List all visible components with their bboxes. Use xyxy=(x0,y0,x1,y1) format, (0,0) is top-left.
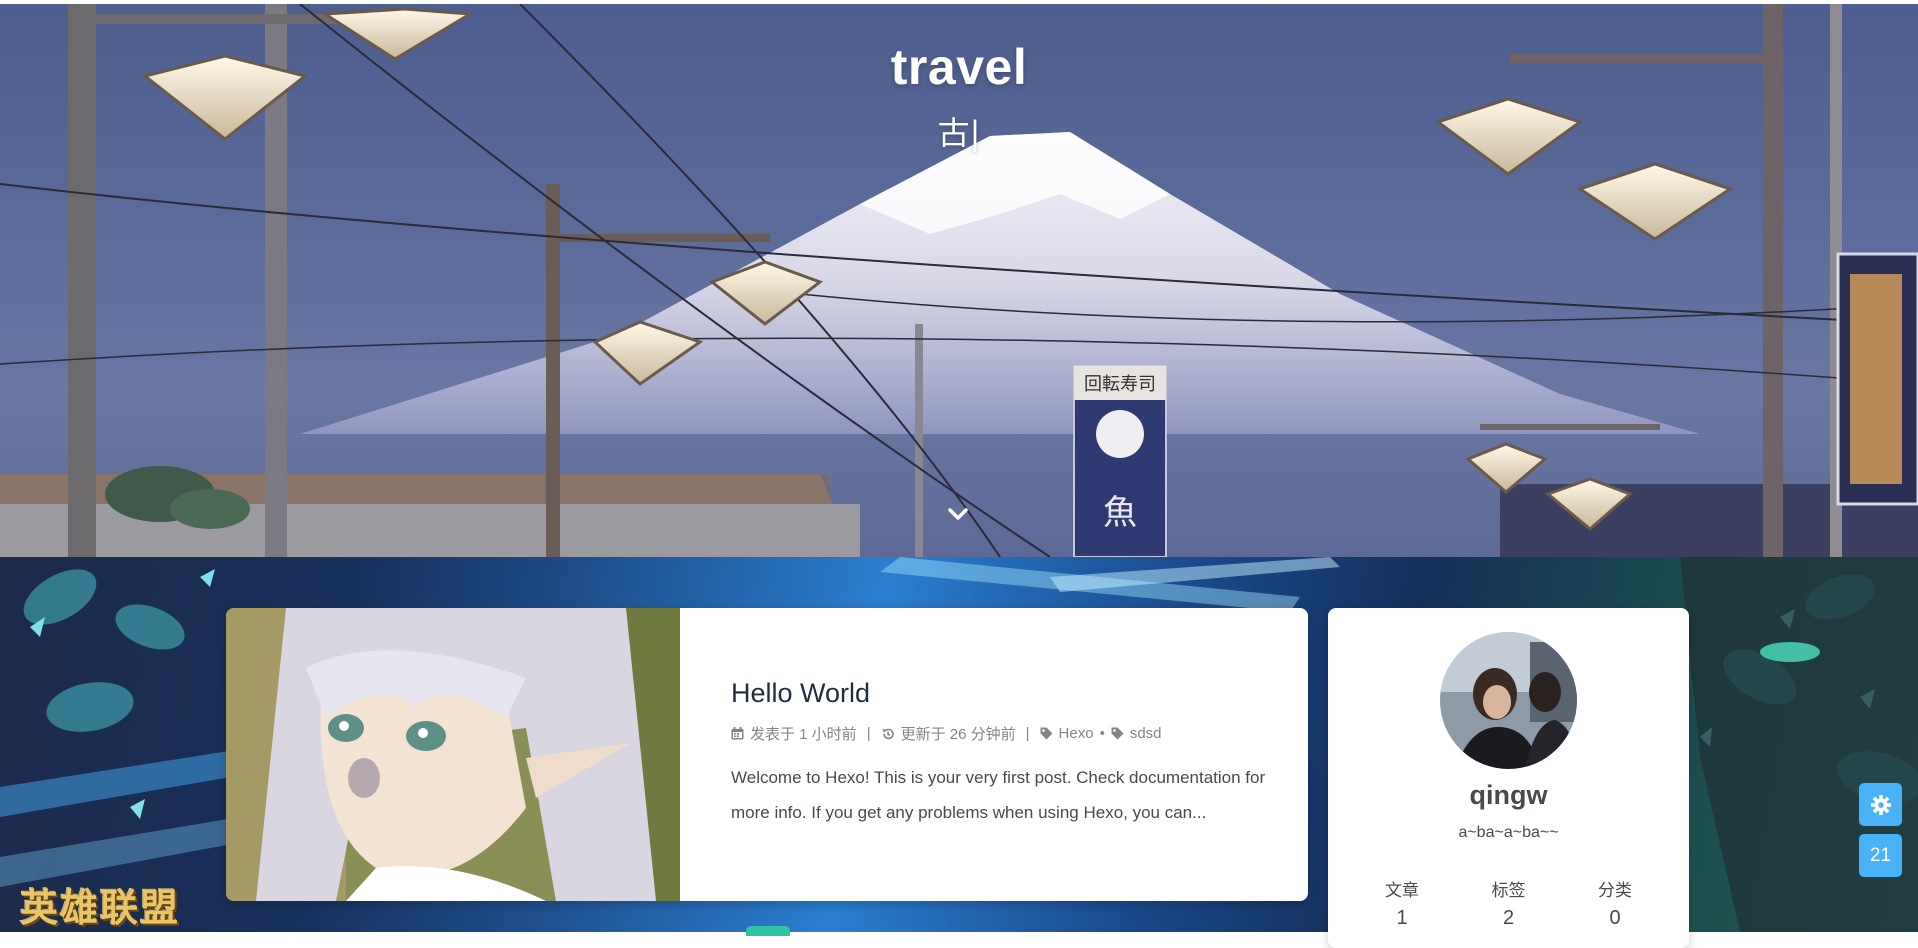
site-title: travel xyxy=(890,39,1028,95)
tag-icon xyxy=(1040,727,1053,740)
post-card: Hello World 发表于 1 小时前 | 更新于 26 分钟前 | Hex… xyxy=(226,608,1308,901)
calendar-icon xyxy=(731,727,744,740)
post-title[interactable]: Hello World xyxy=(731,678,1276,709)
history-icon xyxy=(882,728,894,739)
post-tag-link[interactable]: sdsd xyxy=(1130,725,1162,742)
reading-progress-button[interactable]: 21 xyxy=(1859,834,1902,877)
stat-value: 1 xyxy=(1396,907,1408,929)
stat-value: 2 xyxy=(1502,907,1515,929)
site-data: 文章 1 标签 2 分类 0 xyxy=(1352,876,1665,930)
meta-separator: | xyxy=(866,725,871,742)
anime-character-illustration xyxy=(226,608,680,901)
post-published-time: 发表于 1 小时前 xyxy=(750,726,857,743)
page-header: 回転寿司 魚 travel 古| xyxy=(0,4,1918,557)
avatar-image xyxy=(1440,632,1577,769)
bottom-indicator xyxy=(746,926,790,936)
stat-categories[interactable]: 分类 0 xyxy=(1565,876,1665,930)
author-info-card: qingw a~ba~a~ba~~ 文章 1 标签 2 分类 0 xyxy=(1328,608,1689,948)
game-logo: 英雄联盟 xyxy=(20,885,181,930)
stat-label: 分类 xyxy=(1598,881,1632,901)
svg-text:魚: 魚 xyxy=(1103,493,1137,533)
post-excerpt: Welcome to Hexo! This is your very first… xyxy=(731,768,1266,822)
stat-label: 文章 xyxy=(1385,881,1419,901)
tag-separator: • xyxy=(1099,725,1105,742)
chevron-down-icon xyxy=(948,508,968,520)
stat-articles[interactable]: 文章 1 xyxy=(1352,876,1452,930)
tag-icon xyxy=(1111,727,1124,740)
stat-value: 0 xyxy=(1609,907,1621,929)
gear-icon xyxy=(1870,794,1891,815)
stat-tags[interactable]: 标签 2 xyxy=(1459,876,1559,930)
post-meta: 发表于 1 小时前 | 更新于 26 分钟前 | Hexo • sdsd xyxy=(731,723,1276,744)
post-info: Hello World 发表于 1 小时前 | 更新于 26 分钟前 | Hex… xyxy=(731,678,1276,830)
svg-text:回転寿司: 回転寿司 xyxy=(1084,374,1156,395)
scroll-down-button[interactable] xyxy=(944,500,972,528)
meta-separator: | xyxy=(1025,725,1030,742)
avatar[interactable] xyxy=(1440,632,1577,769)
settings-button[interactable] xyxy=(1859,783,1902,826)
stat-label: 标签 xyxy=(1491,881,1526,901)
post-tag-link[interactable]: Hexo xyxy=(1059,725,1094,742)
author-name: qingw xyxy=(1469,780,1548,810)
post-cover-image[interactable] xyxy=(226,608,680,901)
site-subtitle: 古| xyxy=(937,114,981,152)
author-description: a~ba~a~ba~~ xyxy=(1458,824,1559,841)
post-updated-time: 更新于 26 分钟前 xyxy=(900,726,1016,743)
